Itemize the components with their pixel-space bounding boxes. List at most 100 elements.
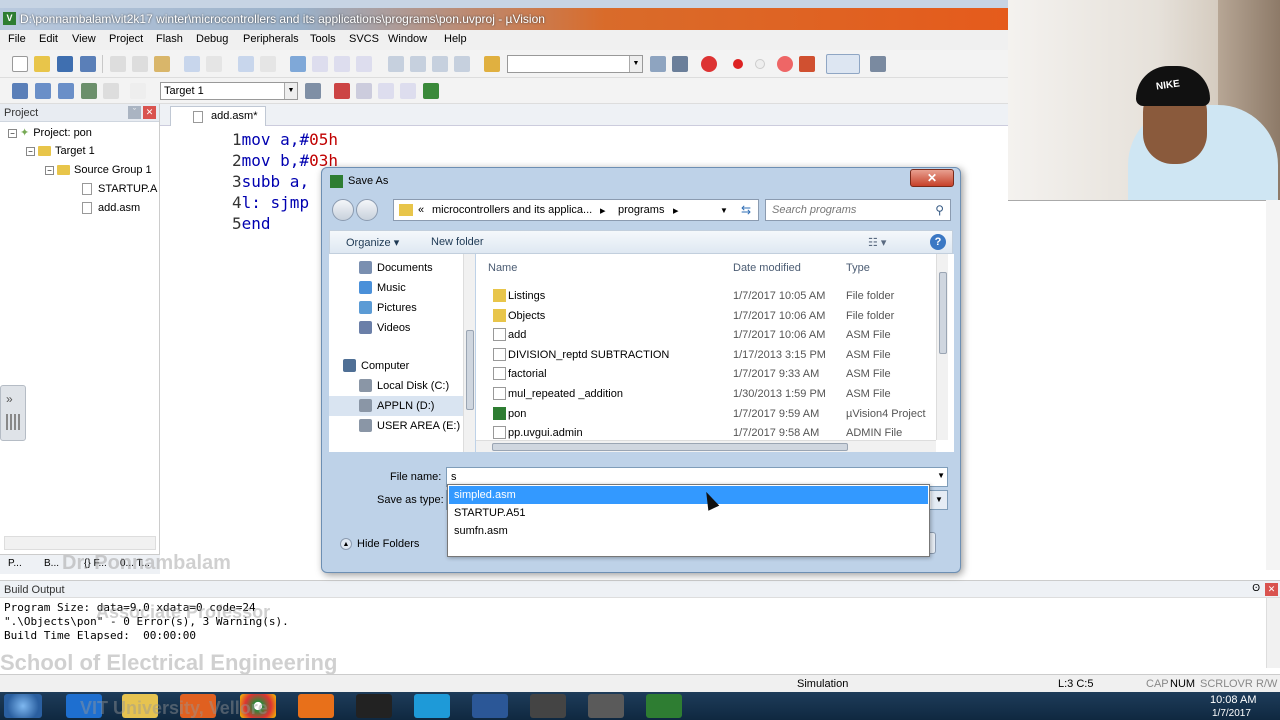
clear-bookmarks-icon[interactable] [356, 56, 372, 72]
address-bar[interactable]: « microcontrollers and its applica... ▸ … [393, 199, 759, 221]
file-row[interactable]: factorial 1/7/2017 9:33 AM ASM File [476, 364, 926, 384]
pack-installer-icon[interactable] [423, 83, 439, 99]
tree-item-project[interactable]: − ✦ Project: pon [8, 126, 92, 139]
app-window-icon[interactable] [530, 694, 566, 718]
bookmark-icon[interactable] [290, 56, 306, 72]
nav-item[interactable]: Music [329, 278, 463, 298]
project-hscrollbar[interactable] [4, 536, 156, 550]
word-icon[interactable] [472, 694, 508, 718]
build-output-vscrollbar[interactable] [1266, 598, 1280, 668]
comment-icon[interactable] [432, 56, 448, 72]
nav-item[interactable]: Local Disk (C:) [329, 376, 463, 396]
help-icon[interactable]: ? [930, 234, 946, 250]
chevron-down-icon[interactable]: ▼ [931, 491, 947, 509]
scroll-thumb[interactable] [466, 330, 474, 410]
file-row[interactable]: Objects 1/7/2017 10:06 AM File folder [476, 306, 926, 326]
collapse-icon[interactable]: − [45, 165, 54, 175]
side-panel-handle[interactable]: » [0, 385, 26, 441]
rebuild-icon[interactable] [58, 83, 74, 99]
new-file-icon[interactable] [12, 56, 28, 72]
batch-build-icon[interactable] [81, 83, 97, 99]
nav-item[interactable]: Documents [329, 258, 463, 278]
autocomplete-item[interactable]: STARTUP.A51 [449, 504, 928, 522]
target-select[interactable]: Target 1 ▼ [160, 82, 298, 100]
menu-window[interactable]: Window [388, 33, 427, 45]
nav-item[interactable]: USER AREA (E:) [329, 416, 463, 436]
tab-books[interactable]: B... [44, 558, 59, 569]
unindent-icon[interactable] [410, 56, 426, 72]
window-title-bar[interactable]: V D:\ponnambalam\vit2k17 winter\microcon… [0, 8, 1008, 30]
nav-back-icon[interactable] [238, 56, 254, 72]
kill-breakpoints-icon[interactable] [777, 56, 793, 72]
refresh-icon[interactable]: ⇆ [735, 199, 757, 221]
find-combo[interactable]: ▼ [507, 55, 643, 73]
stop-build-icon[interactable] [103, 83, 119, 99]
uncomment-icon[interactable] [454, 56, 470, 72]
configure-icon[interactable] [870, 56, 886, 72]
next-bookmark-icon[interactable] [334, 56, 350, 72]
file-row[interactable]: add 1/7/2017 10:06 AM ASM File [476, 325, 926, 345]
nav-forward-icon[interactable] [260, 56, 276, 72]
menu-tools[interactable]: Tools [310, 33, 336, 45]
menu-edit[interactable]: Edit [39, 33, 58, 45]
organize-button[interactable]: Organize ▾ [346, 236, 399, 249]
menu-flash[interactable]: Flash [156, 33, 183, 45]
open-folder-icon[interactable] [34, 56, 50, 72]
breadcrumb-item[interactable]: microcontrollers and its applica... [432, 204, 592, 216]
chevron-down-icon[interactable]: ▼ [937, 471, 945, 480]
tree-item-target[interactable]: − Target 1 [26, 145, 95, 157]
new-folder-button[interactable]: New folder [431, 236, 484, 248]
menu-view[interactable]: View [72, 33, 96, 45]
pin-icon[interactable]: ˇ [128, 106, 141, 119]
back-button[interactable] [332, 199, 354, 221]
file-row[interactable]: DIVISION_reptd SUBTRACTION 1/17/2013 3:15… [476, 345, 926, 365]
manage-components-icon[interactable] [334, 83, 350, 99]
copy-icon[interactable] [132, 56, 148, 72]
clear-breakpoints-icon[interactable] [799, 56, 815, 72]
target-options-icon[interactable] [305, 83, 321, 99]
build-icon[interactable] [35, 83, 51, 99]
pin-icon[interactable]: ʘ [1252, 583, 1260, 594]
find-in-files-icon[interactable] [484, 56, 500, 72]
indent-icon[interactable] [388, 56, 404, 72]
search-input[interactable]: Search programs ⚲ [765, 199, 951, 221]
chevron-down-icon[interactable]: ▼ [629, 56, 642, 72]
view-options-icon[interactable]: ☷ ▾ [868, 236, 886, 249]
disable-breakpoint-icon[interactable] [755, 59, 765, 69]
breadcrumb-item[interactable]: programs [618, 204, 664, 216]
menu-file[interactable]: File [8, 33, 26, 45]
clock-time[interactable]: 10:08 AM [1210, 694, 1256, 706]
config-icon[interactable] [672, 56, 688, 72]
file-row[interactable]: mul_repeated _addition 1/30/2013 1:59 PM A… [476, 384, 926, 404]
save-all-icon[interactable] [80, 56, 96, 72]
file-extensions-icon[interactable] [356, 83, 372, 99]
tool-app-icon[interactable] [356, 694, 392, 718]
redo-icon[interactable] [206, 56, 222, 72]
menu-help[interactable]: Help [444, 33, 467, 45]
start-debug-icon[interactable] [701, 56, 717, 72]
save-icon[interactable] [57, 56, 73, 72]
nav-item[interactable]: Videos [329, 318, 463, 338]
file-row[interactable]: Listings 1/7/2017 10:05 AM File folder [476, 286, 926, 306]
tree-item-startup[interactable]: STARTUP.A [82, 183, 157, 196]
chevron-down-icon[interactable]: ▼ [720, 206, 728, 215]
column-header-type[interactable]: Type [846, 262, 870, 274]
nav-pane-vscrollbar[interactable] [463, 254, 475, 452]
close-icon[interactable]: ✕ [143, 106, 156, 119]
incremental-find-icon[interactable] [650, 56, 666, 72]
scroll-thumb[interactable] [492, 443, 848, 451]
skype-icon[interactable] [414, 694, 450, 718]
paste-icon[interactable] [154, 56, 170, 72]
run-env-icon[interactable] [400, 83, 416, 99]
editor-tab-add-asm[interactable]: add.asm* [170, 106, 266, 126]
file-row[interactable]: pp.uvgui.admin 1/7/2017 9:58 AM ADMIN File [476, 423, 926, 443]
window-layout-icon[interactable] [826, 54, 860, 74]
column-header-date[interactable]: Date modified [733, 262, 801, 274]
menu-peripherals[interactable]: Peripherals [243, 33, 299, 45]
menu-debug[interactable]: Debug [196, 33, 228, 45]
translate-icon[interactable] [12, 83, 28, 99]
nav-item[interactable]: Computer [329, 356, 463, 376]
scroll-thumb[interactable] [939, 272, 947, 354]
download-icon[interactable] [130, 83, 146, 99]
firefox-icon[interactable] [298, 694, 334, 718]
